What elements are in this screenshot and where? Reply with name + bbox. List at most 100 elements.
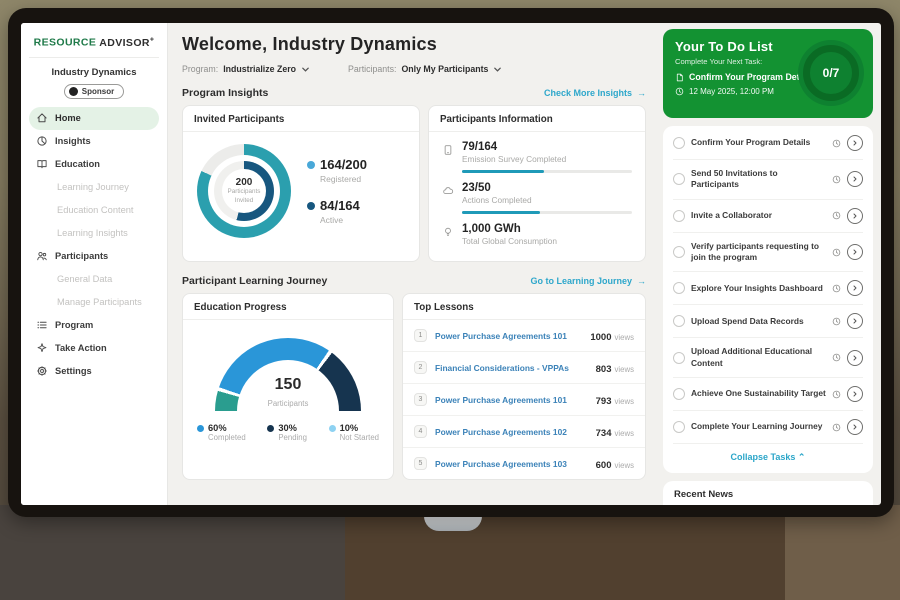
- filter-bar: Program: Industrialize Zero Participants…: [182, 64, 646, 74]
- checkbox-icon[interactable]: [673, 137, 685, 149]
- todo-item-send-invitations[interactable]: Send 50 Invitations to Participants: [673, 160, 863, 200]
- checkbox-icon[interactable]: [673, 421, 685, 433]
- todo-panel: Your To Do List Complete Your Next Task:…: [655, 23, 881, 505]
- sidebar-item-program[interactable]: Program: [29, 314, 159, 337]
- program-dropdown-label: Program:: [182, 64, 218, 74]
- sidebar-item-participants[interactable]: Participants: [29, 245, 159, 268]
- todo-item-explore-insights[interactable]: Explore Your Insights Dashboard: [673, 272, 863, 305]
- todo-item-complete-learning-journey[interactable]: Complete Your Learning Journey: [673, 411, 863, 444]
- background-desk-left: [0, 505, 345, 600]
- check-more-insights-link[interactable]: Check More Insights →: [544, 88, 646, 98]
- lesson-rank: 1: [414, 329, 427, 342]
- lesson-row: 2 Financial Considerations - VPPAs 803vi…: [403, 352, 645, 384]
- lesson-link[interactable]: Power Purchase Agreements 101: [435, 395, 588, 405]
- sidebar-item-take-action[interactable]: Take Action: [29, 337, 159, 360]
- checkbox-icon[interactable]: [673, 315, 685, 327]
- sponsor-badge-label: Sponsor: [82, 87, 114, 96]
- sponsor-icon: [69, 87, 78, 96]
- checkbox-icon[interactable]: [673, 388, 685, 400]
- stat-label: Total Global Consumption: [462, 236, 632, 246]
- chevron-right-icon[interactable]: [847, 244, 863, 260]
- lesson-link[interactable]: Financial Considerations - VPPAs: [435, 363, 588, 373]
- recent-news-title: Recent News: [674, 489, 862, 500]
- checkbox-icon[interactable]: [673, 173, 685, 185]
- checkbox-icon[interactable]: [673, 352, 685, 364]
- go-to-learning-journey-link[interactable]: Go to Learning Journey →: [530, 276, 646, 286]
- stat-actions-completed: 23/50 Actions Completed: [442, 182, 632, 214]
- education-icon: [36, 158, 48, 170]
- sidebar-item-general-data[interactable]: General Data: [29, 268, 159, 291]
- todo-item-upload-educational-content[interactable]: Upload Additional Educational Content: [673, 338, 863, 378]
- insights-cards-row: Invited Participants 200 Participants In…: [182, 105, 646, 262]
- chevron-right-icon[interactable]: [847, 135, 863, 151]
- sidebar-item-education[interactable]: Education: [29, 153, 159, 176]
- lesson-rank: 5: [414, 457, 427, 470]
- chevron-right-icon[interactable]: [847, 208, 863, 224]
- checkbox-icon[interactable]: [673, 210, 685, 222]
- sidebar-item-learning-insights[interactable]: Learning Insights: [29, 222, 159, 245]
- sidebar-item-label: Education Content: [57, 205, 134, 215]
- todo-item-label: Verify participants requesting to join t…: [691, 241, 826, 264]
- lesson-link[interactable]: Power Purchase Agreements 103: [435, 459, 588, 469]
- legend-registered: 164/200 Registered: [307, 157, 367, 184]
- sidebar-item-education-content[interactable]: Education Content: [29, 199, 159, 222]
- clock-icon: [832, 139, 841, 148]
- chevron-right-icon[interactable]: [847, 280, 863, 296]
- clock-icon: [832, 423, 841, 432]
- todo-item-verify-participants[interactable]: Verify participants requesting to join t…: [673, 233, 863, 273]
- todo-item-label: Achieve One Sustainability Target: [691, 388, 826, 399]
- lesson-views: 803views: [596, 359, 634, 377]
- todo-item-confirm-program[interactable]: Confirm Your Program Details: [673, 127, 863, 160]
- todo-item-invite-collaborator[interactable]: Invite a Collaborator: [673, 200, 863, 233]
- todo-item-achieve-sustainability-target[interactable]: Achieve One Sustainability Target: [673, 378, 863, 411]
- chevron-right-icon[interactable]: [847, 386, 863, 402]
- stat-label: Emission Survey Completed: [462, 154, 632, 164]
- monitor-bezel: RESOURCE ADVISOR+ Industry Dynamics Spon…: [8, 8, 894, 517]
- participants-information-body: 79/164 Emission Survey Completed 23/50 A…: [429, 132, 645, 261]
- program-dropdown-value: Industrialize Zero: [223, 64, 296, 74]
- checkbox-icon[interactable]: [673, 246, 685, 258]
- main-content: Welcome, Industry Dynamics Program: Indu…: [168, 23, 655, 505]
- actions-icon: [442, 185, 454, 197]
- sidebar-item-settings[interactable]: Settings: [29, 360, 159, 383]
- survey-icon: [442, 144, 454, 156]
- legend-not-started: 10% Not Started: [329, 423, 379, 442]
- lesson-rank: 3: [414, 393, 427, 406]
- sidebar-item-home[interactable]: Home: [29, 107, 159, 130]
- chevron-right-icon[interactable]: [847, 313, 863, 329]
- chevron-right-icon[interactable]: [847, 350, 863, 366]
- sidebar-item-learning-journey[interactable]: Learning Journey: [29, 176, 159, 199]
- take-action-icon: [36, 342, 48, 354]
- participants-dropdown[interactable]: Participants: Only My Participants: [348, 64, 502, 74]
- home-icon: [36, 112, 48, 124]
- sidebar-item-manage-participants[interactable]: Manage Participants: [29, 291, 159, 314]
- monitor-stand-button: [424, 516, 482, 531]
- sidebar-item-label: Take Action: [55, 343, 107, 353]
- sidebar-item-insights[interactable]: Insights: [29, 130, 159, 153]
- sidebar-item-label: Manage Participants: [57, 297, 142, 307]
- donut-center-caption: Participants Invited: [222, 188, 266, 204]
- lesson-row: 3 Power Purchase Agreements 101 793views: [403, 384, 645, 416]
- stat-value: 23/50: [462, 182, 632, 194]
- todo-datetime-label: 12 May 2025, 12:00 PM: [689, 87, 774, 96]
- todo-item-label: Confirm Your Program Details: [691, 137, 826, 148]
- invited-participants-donut-chart: 200 Participants Invited: [197, 144, 291, 238]
- stat-label: Actions Completed: [462, 195, 632, 205]
- lesson-link[interactable]: Power Purchase Agreements 102: [435, 427, 588, 437]
- participants-icon: [36, 250, 48, 262]
- sidebar-menu: Home Insights Education Learning Journey…: [29, 107, 159, 383]
- legend-active: 84/164 Active: [307, 198, 367, 225]
- legend-value: 10%: [340, 423, 359, 433]
- settings-icon: [36, 365, 48, 377]
- todo-item-upload-spend-data[interactable]: Upload Spend Data Records: [673, 305, 863, 338]
- collapse-tasks-link[interactable]: Collapse Tasks ⌃: [673, 444, 863, 472]
- lesson-link[interactable]: Power Purchase Agreements 101: [435, 331, 582, 341]
- program-dropdown[interactable]: Program: Industrialize Zero: [182, 64, 310, 74]
- chevron-right-icon[interactable]: [847, 419, 863, 435]
- lesson-row: 4 Power Purchase Agreements 102 734views: [403, 416, 645, 448]
- arrow-right-icon: →: [637, 88, 646, 98]
- chevron-right-icon[interactable]: [847, 171, 863, 187]
- sponsor-badge: Sponsor: [64, 84, 124, 99]
- checkbox-icon[interactable]: [673, 282, 685, 294]
- logo-plus: +: [150, 36, 155, 43]
